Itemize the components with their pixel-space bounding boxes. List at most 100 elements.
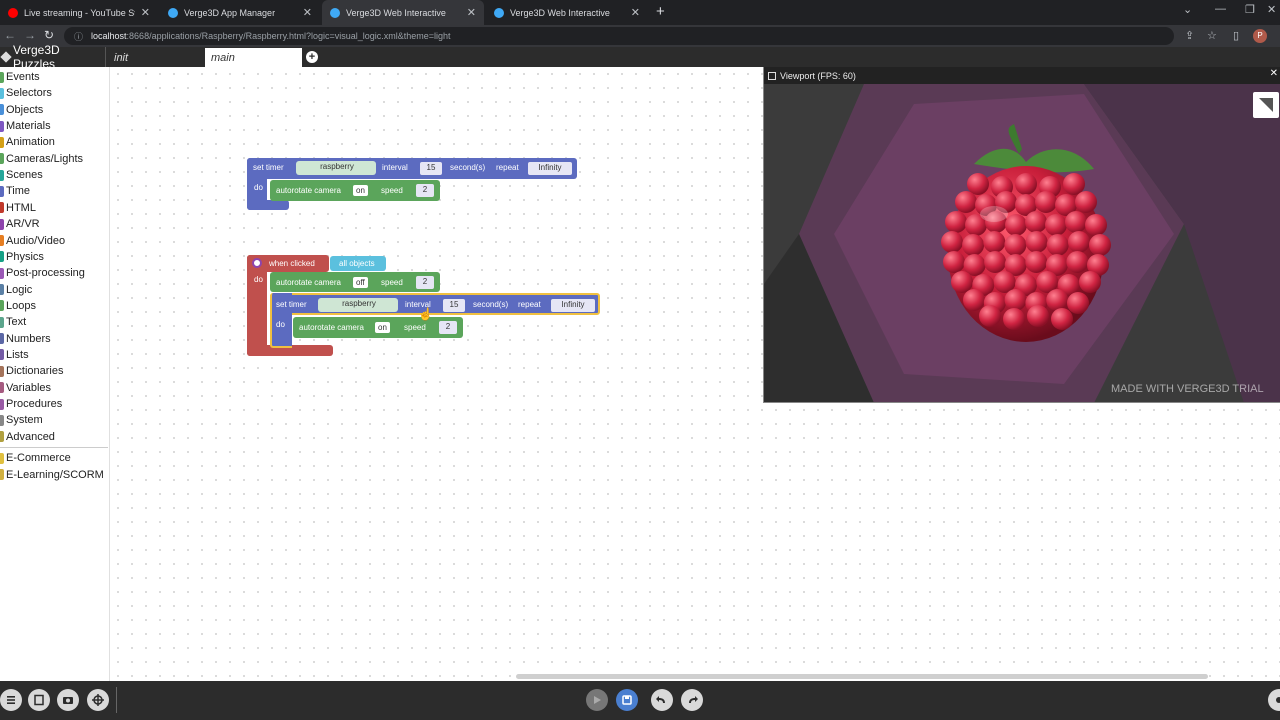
- browser-tab-web-interactive-active[interactable]: Verge3D Web Interactive ✕: [322, 0, 484, 25]
- toolbox-category-text[interactable]: Text: [0, 314, 26, 330]
- interval-value[interactable]: 15: [420, 162, 442, 175]
- viewport-3d-scene[interactable]: [764, 84, 1280, 403]
- profile-avatar[interactable]: P: [1253, 29, 1267, 43]
- menu-button[interactable]: [0, 689, 22, 711]
- toolbox-category-advanced[interactable]: Advanced: [0, 429, 55, 445]
- back-icon[interactable]: ←: [4, 28, 16, 42]
- toolbox-category-dictionaries[interactable]: Dictionaries: [0, 363, 63, 379]
- library-button[interactable]: [28, 689, 50, 711]
- toolbox-category-materials[interactable]: Materials: [0, 118, 51, 134]
- bookmark-star-icon[interactable]: ☆: [1207, 29, 1217, 42]
- browser-tab-app-manager[interactable]: Verge3D App Manager ✕: [160, 0, 320, 25]
- help-button[interactable]: [1268, 689, 1280, 711]
- new-tab-icon[interactable]: +: [656, 3, 665, 20]
- category-label: Events: [6, 71, 40, 83]
- gear-icon[interactable]: [252, 258, 262, 268]
- viewport-panel[interactable]: Viewport (FPS: 60) ✕ MADE WITH VERGE3D T…: [763, 67, 1280, 403]
- reload-icon[interactable]: ↻: [44, 28, 54, 42]
- category-color-swatch: [0, 251, 4, 263]
- state-dropdown[interactable]: off: [353, 277, 368, 288]
- window-close-icon[interactable]: ✕: [1267, 3, 1276, 16]
- category-color-swatch: [0, 87, 4, 99]
- toolbox-category-loops[interactable]: Loops: [0, 298, 36, 314]
- settings-button[interactable]: [87, 689, 109, 711]
- book-icon: [34, 694, 44, 706]
- toolbox-category-objects[interactable]: Objects: [0, 102, 43, 118]
- chevron-down-icon[interactable]: ⌄: [1183, 3, 1192, 16]
- horizontal-scrollbar[interactable]: [516, 674, 1208, 679]
- raspberry-drupe: [967, 173, 989, 195]
- toolbox-category-animation[interactable]: Animation: [0, 134, 55, 150]
- toolbox-category-e-commerce[interactable]: E-Commerce: [0, 450, 71, 466]
- timer-name-value[interactable]: raspberry: [312, 161, 362, 174]
- category-label: HTML: [6, 201, 36, 214]
- toolbox-category-scenes[interactable]: Scenes: [0, 167, 43, 183]
- speed-value[interactable]: 2: [416, 184, 434, 197]
- repeat-value[interactable]: Infinity: [528, 162, 572, 175]
- tab-main[interactable]: main: [205, 48, 302, 67]
- screenshot-button[interactable]: [57, 689, 79, 711]
- close-icon[interactable]: ✕: [303, 6, 312, 19]
- add-tab-icon[interactable]: +: [306, 51, 318, 63]
- minimize-icon[interactable]: —: [1215, 3, 1226, 15]
- state-dropdown[interactable]: on: [375, 322, 390, 333]
- interval-value[interactable]: 15: [443, 299, 465, 312]
- block-label: autorotate camera: [276, 278, 341, 287]
- save-button[interactable]: [616, 689, 638, 711]
- state-dropdown[interactable]: on: [353, 185, 368, 196]
- category-color-swatch: [0, 365, 4, 377]
- toolbox-category-lists[interactable]: Lists: [0, 347, 29, 363]
- repeat-value[interactable]: Infinity: [551, 299, 595, 312]
- close-icon[interactable]: ✕: [1270, 68, 1278, 79]
- toolbox-category-post-processing[interactable]: Post-processing: [0, 265, 85, 281]
- pause-icon[interactable]: [768, 71, 776, 80]
- category-color-swatch: [0, 349, 4, 361]
- toolbox-category-physics[interactable]: Physics: [0, 249, 44, 265]
- tab-init[interactable]: init: [108, 48, 204, 67]
- browser-tab-youtube[interactable]: Live streaming - YouTube Studio ✕: [0, 0, 158, 25]
- close-icon[interactable]: ✕: [141, 6, 150, 19]
- toolbox-category-audio-video[interactable]: Audio/Video: [0, 233, 65, 249]
- viewport-title-bar[interactable]: Viewport (FPS: 60): [764, 67, 1280, 84]
- toolbox-category-logic[interactable]: Logic: [0, 282, 32, 298]
- category-color-swatch: [0, 333, 4, 345]
- raspberry-drupe: [962, 234, 985, 256]
- run-button[interactable]: [586, 689, 608, 711]
- toolbox-category-time[interactable]: Time: [0, 183, 30, 199]
- speed-value[interactable]: 2: [416, 276, 434, 289]
- restore-icon[interactable]: ❐: [1245, 3, 1255, 16]
- undo-button[interactable]: [651, 689, 673, 711]
- fullscreen-button[interactable]: [1253, 92, 1279, 118]
- raspberry-drupe: [1079, 271, 1101, 293]
- block-label: do: [254, 183, 263, 192]
- expand-icon: [1259, 98, 1273, 112]
- toolbox-category-events[interactable]: Events: [0, 69, 40, 85]
- sidebar-icon[interactable]: ▯: [1233, 29, 1239, 42]
- tab-title: Verge3D App Manager: [184, 7, 276, 18]
- forward-icon[interactable]: →: [24, 28, 36, 42]
- redo-button[interactable]: [681, 689, 703, 711]
- toolbox-category-e-learning-scorm[interactable]: E-Learning/SCORM: [0, 467, 104, 483]
- close-icon[interactable]: ✕: [631, 6, 640, 19]
- category-color-swatch: [0, 431, 4, 443]
- toolbox-category-system[interactable]: System: [0, 412, 43, 428]
- toolbox-category-variables[interactable]: Variables: [0, 380, 51, 396]
- info-icon[interactable]: ⓘ: [74, 30, 83, 43]
- toolbox-category-ar-vr[interactable]: AR/VR: [0, 216, 40, 232]
- viewport-title: Viewport (FPS: 60): [780, 70, 856, 81]
- toolbox-category-html[interactable]: HTML: [0, 200, 36, 216]
- url-input[interactable]: ⓘ localhost:8668/applications/Raspberry/…: [64, 27, 1174, 45]
- block-label: when clicked: [269, 259, 315, 268]
- raspberry-drupe: [963, 289, 985, 311]
- tab-label: init: [114, 51, 129, 64]
- close-icon[interactable]: ✕: [467, 6, 476, 19]
- toolbox-category-cameras-lights[interactable]: Cameras/Lights: [0, 151, 83, 167]
- speed-value[interactable]: 2: [439, 321, 457, 334]
- browser-tab-web-interactive[interactable]: Verge3D Web Interactive ✕: [486, 0, 648, 25]
- timer-name-value[interactable]: raspberry: [334, 298, 384, 311]
- toolbox-category-procedures[interactable]: Procedures: [0, 396, 62, 412]
- share-icon[interactable]: ⇪: [1185, 29, 1194, 42]
- toolbox-category-selectors[interactable]: Selectors: [0, 85, 52, 101]
- toolbox-category-numbers[interactable]: Numbers: [0, 331, 51, 347]
- hand-cursor-icon: ☝: [418, 307, 433, 321]
